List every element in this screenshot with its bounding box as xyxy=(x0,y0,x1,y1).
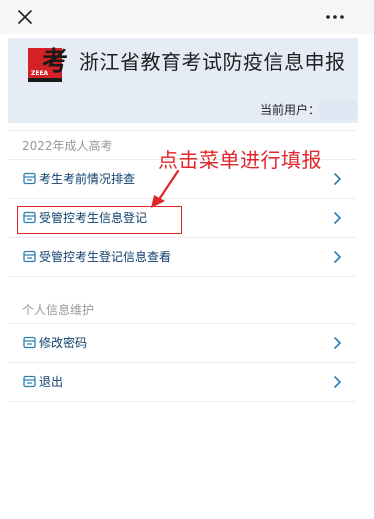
menu-item-logout[interactable]: 退出 xyxy=(8,363,356,401)
section-label-personal-info: 个人信息维护 xyxy=(22,303,95,317)
menu-label: 考生考前情况排查 xyxy=(39,172,136,186)
logo-text: ZEEA xyxy=(31,70,49,77)
zeea-logo: 考 ZEEA xyxy=(28,44,72,84)
annotation-highlight-box xyxy=(17,206,182,234)
header-banner: 考 ZEEA 浙江省教育考试防疫信息申报 当前用户： xyxy=(8,38,358,123)
menu-label: 退出 xyxy=(39,375,64,389)
form-icon xyxy=(23,172,36,185)
current-user-value xyxy=(319,100,357,120)
divider xyxy=(8,401,356,402)
menu-item-controlled-view[interactable]: 受管控考生登记信息查看 xyxy=(8,238,356,276)
top-bar xyxy=(0,0,374,34)
chevron-right-icon xyxy=(333,250,342,264)
divider xyxy=(8,276,356,277)
chevron-right-icon xyxy=(333,375,342,389)
annotation-arrow xyxy=(148,168,188,210)
menu-label: 受管控考生登记信息查看 xyxy=(39,250,172,264)
menu-item-change-password[interactable]: 修改密码 xyxy=(8,324,356,362)
chevron-right-icon xyxy=(333,211,342,225)
form-icon xyxy=(23,375,36,388)
current-user-label: 当前用户： xyxy=(260,103,321,117)
more-options-icon[interactable] xyxy=(324,7,346,27)
chevron-right-icon xyxy=(333,336,342,350)
close-icon[interactable] xyxy=(14,6,36,28)
menu-label: 修改密码 xyxy=(39,336,88,350)
section-label-adult-exam: 2022年成人高考 xyxy=(22,139,113,153)
divider xyxy=(8,130,356,131)
chevron-right-icon xyxy=(333,172,342,186)
form-icon xyxy=(23,250,36,263)
form-icon xyxy=(23,336,36,349)
page-title: 浙江省教育考试防疫信息申报 xyxy=(79,50,346,74)
